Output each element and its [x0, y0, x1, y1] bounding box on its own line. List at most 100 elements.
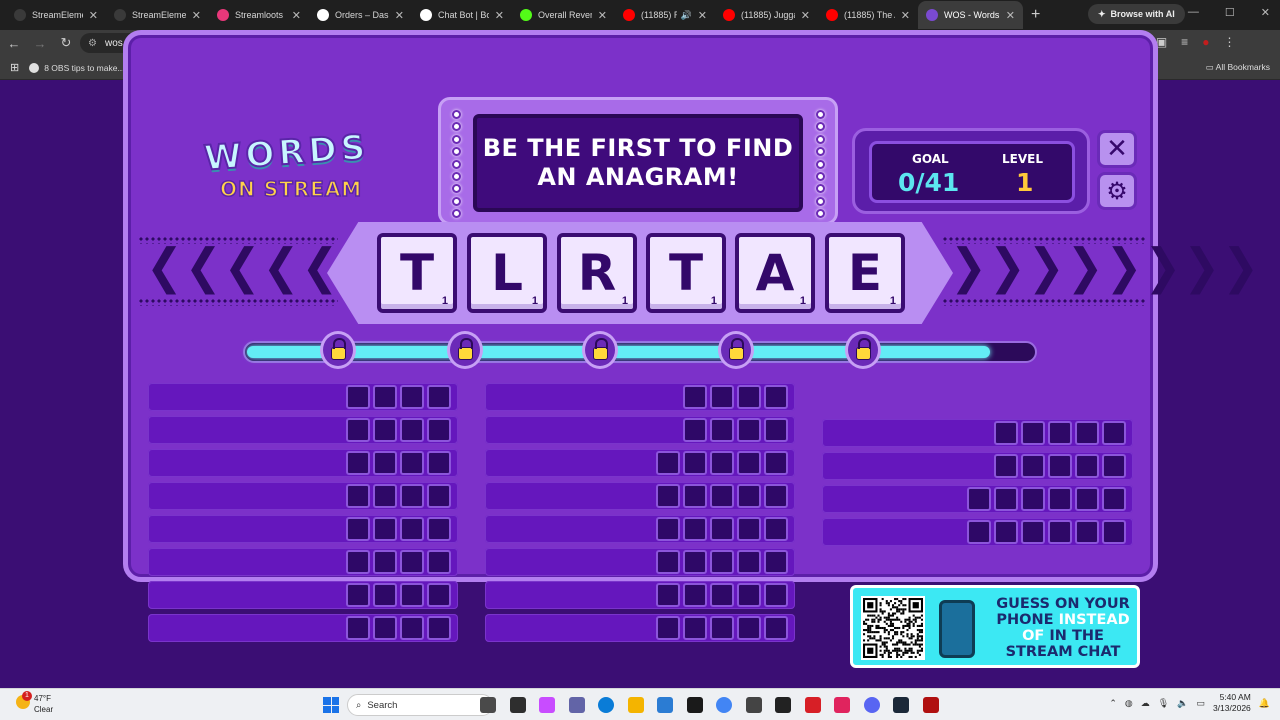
tab-close-icon[interactable]: ✕ [801, 9, 810, 22]
settings-button[interactable]: ⚙ [1097, 172, 1137, 210]
apps-grid-icon[interactable]: ⊞ [10, 61, 19, 74]
qr-code-icon [861, 596, 925, 660]
mic-icon[interactable]: 🎙 [1158, 698, 1169, 709]
file-explorer-icon[interactable] [627, 697, 644, 713]
letter-box [764, 616, 788, 640]
letter-box [683, 517, 707, 541]
letter-box [737, 616, 761, 640]
speaker-icon[interactable]: 🔈 [1177, 698, 1188, 709]
outlook-icon[interactable] [657, 697, 673, 713]
menu-kebab-icon[interactable]: ⋮ [1223, 35, 1235, 50]
record-icon[interactable] [922, 697, 939, 713]
letter-box [683, 385, 707, 409]
bell-icon[interactable]: 🔔 [1259, 698, 1270, 709]
letter-box [710, 385, 734, 409]
youtube-icon [623, 9, 635, 21]
copilot-icon[interactable] [539, 697, 555, 713]
obs-icon[interactable] [686, 697, 703, 713]
tab-close-icon[interactable]: ✕ [292, 9, 301, 22]
tab-close-icon[interactable]: ✕ [901, 9, 910, 22]
close-window-icon[interactable]: ✕ [1261, 6, 1270, 19]
browser-tab[interactable]: WOS - Words O ✕ [918, 1, 1023, 29]
tab-title: Orders – Dashb [335, 10, 389, 20]
letter-box [710, 484, 734, 508]
bookmark-item[interactable]: 8 OBS tips to make... [29, 62, 125, 73]
browser-tab[interactable]: Orders – Dashb ✕ [309, 1, 412, 29]
browser-tab[interactable]: (11885) Rac 🔊 ✕ [615, 1, 715, 29]
letter-box [373, 418, 397, 442]
reload-icon[interactable]: ↻ [54, 35, 78, 51]
letter-box [400, 385, 424, 409]
windows-start-icon[interactable] [323, 697, 339, 713]
tab-close-icon[interactable]: ✕ [192, 9, 201, 22]
all-bookmarks-button[interactable]: ▭ All Bookmarks [1206, 62, 1270, 73]
audio-playing-icon[interactable]: 🔊 [681, 10, 692, 21]
streamelements-icon [114, 9, 126, 21]
gt-icon[interactable] [804, 697, 821, 713]
close-game-button[interactable]: ✕ [1097, 130, 1137, 168]
back-icon[interactable]: ← [2, 36, 26, 51]
widgets-icon[interactable] [480, 697, 496, 713]
letter-box [683, 583, 707, 607]
network-icon[interactable]: ◍ [1125, 698, 1133, 709]
letter-box [656, 451, 680, 475]
new-tab-button[interactable]: + [1031, 6, 1040, 24]
tab-close-icon[interactable]: ✕ [1006, 9, 1015, 22]
pulse-icon[interactable] [834, 697, 850, 713]
browser-tab[interactable]: Streamloots | T ✕ [209, 1, 309, 29]
discord-icon[interactable] [863, 697, 880, 713]
tab-close-icon[interactable]: ✕ [89, 9, 98, 22]
browser-tab[interactable]: StreamElements ✕ [6, 1, 106, 29]
media-icon[interactable]: ≡ [1181, 35, 1188, 50]
browser-tab[interactable]: Chat Bot | BotR ✕ [412, 1, 512, 29]
tab-close-icon[interactable]: ✕ [495, 9, 504, 22]
profile-avatar-icon[interactable]: ● [1202, 35, 1209, 50]
tab-close-icon[interactable]: ✕ [395, 9, 404, 22]
clock[interactable]: 5:40 AM 3/13/2026 [1213, 692, 1251, 714]
tile-letter: R [577, 244, 617, 302]
tab-close-icon[interactable]: ✕ [698, 9, 707, 22]
letter-box [1021, 454, 1045, 478]
letter-box [764, 550, 788, 574]
taskbar-search[interactable]: ⌕ Search [347, 694, 493, 716]
site-info-icon[interactable]: ⚙ [88, 38, 97, 49]
teams-icon[interactable] [568, 697, 585, 713]
terminal-icon[interactable] [775, 697, 791, 713]
letter-box [427, 451, 451, 475]
letter-box [737, 418, 761, 442]
tab-title: StreamElements [132, 10, 186, 20]
letter-box [346, 616, 370, 640]
phone-icon [939, 600, 975, 658]
onedrive-icon[interactable]: ☁ [1141, 698, 1150, 709]
edge-icon[interactable] [598, 697, 614, 713]
app-icon[interactable] [745, 697, 762, 713]
task-view-icon[interactable] [509, 697, 526, 713]
browser-tab[interactable]: Overall Revenue ✕ [512, 1, 615, 29]
lock-icon [718, 331, 754, 369]
phone-guess-panel[interactable]: GUESS ON YOUR PHONE INSTEAD OF IN THE ST… [850, 585, 1140, 668]
minimize-icon[interactable]: — [1188, 6, 1199, 19]
battery-icon[interactable]: ▭ [1196, 698, 1205, 709]
letter-box [994, 454, 1018, 478]
chrome-icon[interactable] [716, 697, 732, 713]
browser-tab[interactable]: StreamElements ✕ [106, 1, 209, 29]
message-line-1: BE THE FIRST TO FIND [482, 134, 794, 162]
letter-box [1021, 487, 1045, 511]
browser-tab[interactable]: (11885) Juggal ✕ [715, 1, 818, 29]
letter-box [427, 484, 451, 508]
logo-on-stream-text: ON STREAM [219, 176, 363, 202]
chevron-up-icon[interactable]: ⌃ [1109, 698, 1117, 709]
browse-with-ai-button[interactable]: ✦ Browse with AI [1088, 4, 1185, 24]
maximize-icon[interactable]: ☐ [1225, 6, 1235, 19]
forward-icon[interactable]: → [28, 36, 52, 51]
browser-tab[interactable]: (11885) The All ✕ [818, 1, 918, 29]
steam-icon[interactable] [893, 697, 909, 713]
letter-box [427, 517, 451, 541]
tab-close-icon[interactable]: ✕ [598, 9, 607, 22]
weather-widget[interactable]: 1 47°F Clear [16, 691, 53, 715]
letter-box [346, 583, 370, 607]
goal-label: GOAL [912, 152, 949, 166]
close-icon: ✕ [1106, 134, 1128, 164]
tile-points: 1 [531, 295, 538, 307]
letter-box [1048, 454, 1072, 478]
